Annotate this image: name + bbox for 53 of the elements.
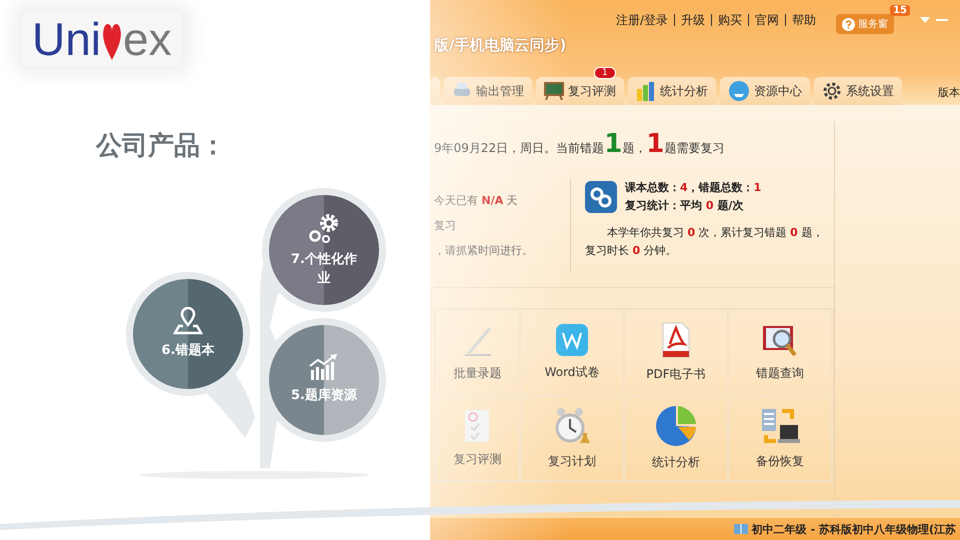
pdf-file-icon — [662, 322, 690, 358]
top-link[interactable]: 购买 — [718, 12, 742, 28]
minimize-icon[interactable] — [936, 19, 948, 21]
tab[interactable]: 输出管理 — [444, 77, 532, 105]
notification-badge: 1 — [594, 67, 616, 79]
summary-text: 9年09月22日，周日。当前错题 1题，1题需要复习 — [434, 129, 726, 159]
tool-tile[interactable]: Word试卷 — [520, 309, 624, 395]
alarm-clock-icon — [554, 406, 590, 444]
note-text: ，请抓紧时间进行。 — [434, 243, 534, 258]
tab[interactable] — [430, 77, 440, 105]
top-link[interactable]: 升级 — [681, 12, 705, 28]
help-icon — [842, 18, 855, 30]
growth-chart-icon — [309, 354, 339, 380]
note-text: 复习 — [434, 218, 457, 233]
notification-badge: 15 — [890, 5, 910, 16]
tool-tile[interactable]: PDF电子书 — [624, 309, 728, 395]
word-icon — [556, 324, 588, 356]
tool-tile[interactable]: 备份恢复 — [728, 395, 832, 481]
top-link[interactable]: 官网 — [755, 12, 779, 28]
settings-icon — [822, 81, 842, 101]
tab[interactable]: 统计分析 — [628, 77, 716, 105]
map-pin-icon — [173, 307, 203, 336]
top-link[interactable]: 帮助 — [792, 12, 816, 28]
status-text: 初中二年级 - 苏科版初中八年级物理(江苏 — [752, 522, 956, 536]
logo: Uni ex — [22, 12, 182, 66]
note-text: 今天已有 N/A 天 — [434, 193, 519, 208]
tab[interactable]: 复习评测 — [536, 77, 624, 105]
dropdown-icon[interactable] — [920, 17, 930, 23]
link-icon — [585, 180, 617, 213]
product-label: 5.题库资源 — [290, 386, 358, 406]
heading: 公司产品： — [96, 130, 226, 163]
tab[interactable]: 资源中心 — [720, 77, 810, 105]
stats-text: 复习统计：平均 0 题/次 — [625, 198, 744, 214]
cloud-icon — [728, 81, 750, 101]
pie-chart-icon — [656, 406, 696, 446]
top-link[interactable]: 注册/登录 — [616, 12, 668, 28]
book-icon — [734, 523, 748, 535]
tab[interactable]: 系统设置 — [814, 77, 902, 105]
tool-tile[interactable]: 批量录题 — [435, 309, 520, 395]
tool-tile[interactable]: 复习评测 — [435, 395, 520, 481]
tool-tile[interactable]: 复习计划 — [520, 395, 624, 481]
product-label: 7.个性化作业 — [290, 250, 358, 288]
bar-chart-icon — [636, 81, 656, 101]
chalkboard-icon — [544, 82, 564, 100]
tool-tile[interactable]: 错题查询 — [728, 309, 832, 395]
app-title: 版/手机电脑云同步) — [432, 35, 568, 55]
review-text: 本学年你共复习 0 次，累计复习错题 0 题，复习时长 0 分钟。 — [585, 225, 824, 259]
gears-icon — [307, 212, 341, 244]
product-label: 6.错题本 — [160, 342, 216, 360]
backup-computer-icon — [760, 406, 800, 444]
tool-tile[interactable]: 统计分析 — [624, 395, 728, 481]
version-label: 版本 — [938, 84, 960, 100]
stats-text: 课本总数：4，错题总数：1 — [625, 180, 762, 196]
